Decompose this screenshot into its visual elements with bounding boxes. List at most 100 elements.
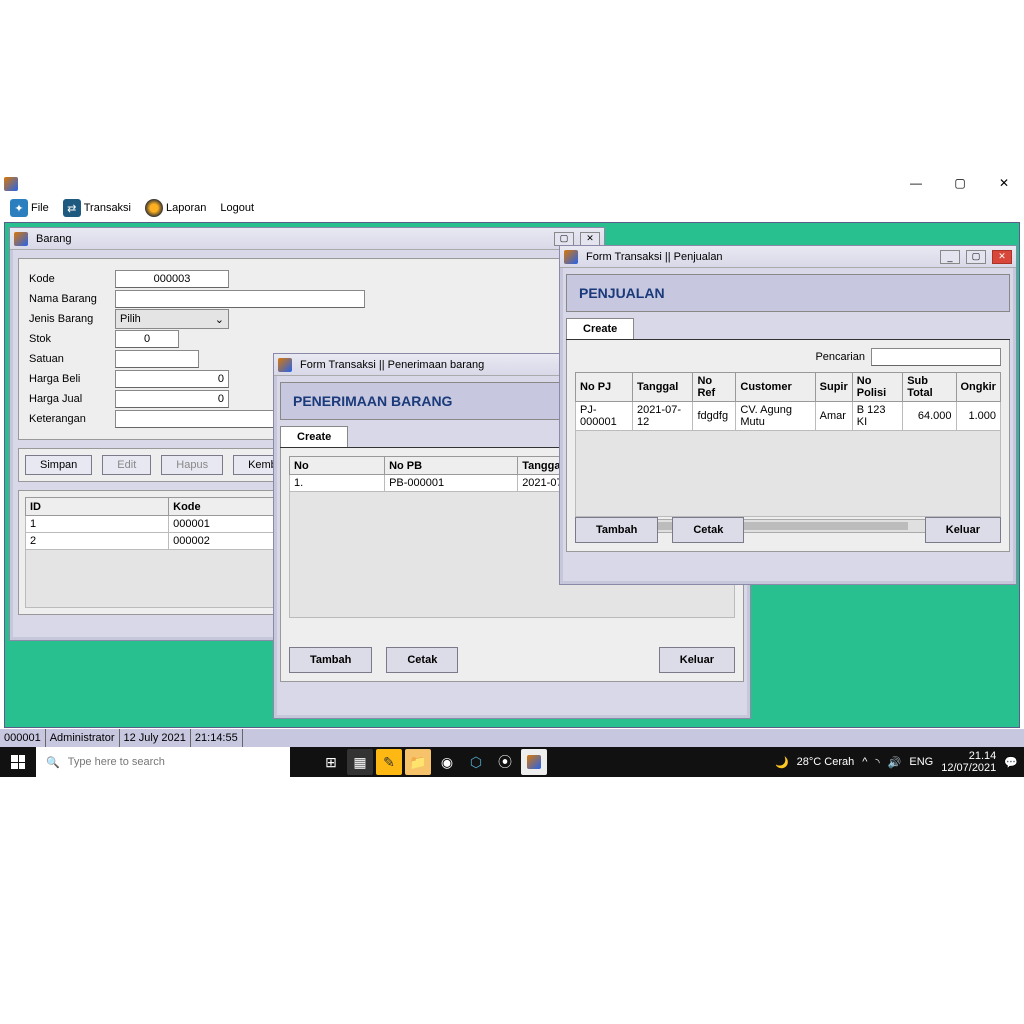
java-icon: [14, 232, 28, 246]
note-icon[interactable]: ✎: [376, 749, 402, 775]
menu-logout[interactable]: Logout: [216, 200, 258, 216]
label-kode: Kode: [29, 273, 115, 285]
mdi-desktop: Barang ▢ ✕ Kode Nama Barang Jenis Barang…: [4, 222, 1020, 728]
status-id: 000001: [0, 729, 46, 747]
volume-icon[interactable]: 🔊: [888, 756, 902, 769]
penjualan-header: PENJUALAN: [566, 274, 1010, 312]
penjualan-content: Pencarian No PJ Tanggal No Ref Customer …: [566, 340, 1010, 552]
col-customer[interactable]: Customer: [736, 373, 815, 402]
chrome-icon[interactable]: ◉: [434, 749, 460, 775]
explorer-icon[interactable]: 📁: [405, 749, 431, 775]
keluar-button[interactable]: Keluar: [925, 517, 1001, 543]
col-supir[interactable]: Supir: [815, 373, 852, 402]
input-nama-barang[interactable]: [115, 290, 365, 308]
col-no[interactable]: No: [290, 457, 385, 475]
barang-close-button[interactable]: ✕: [580, 232, 600, 246]
java-icon: [564, 250, 578, 264]
input-harga-beli[interactable]: [115, 370, 229, 388]
clock-time: 21.14: [941, 750, 996, 762]
cube-icon[interactable]: ⬡: [463, 749, 489, 775]
hapus-button[interactable]: Hapus: [161, 455, 223, 475]
penjualan-min-button[interactable]: _: [940, 250, 960, 264]
table-row[interactable]: PJ-0000012021-07-12 fdgdfgCV. Agung Mutu…: [576, 402, 1001, 431]
menu-laporan[interactable]: Laporan: [141, 197, 210, 219]
barang-title: Barang: [36, 233, 71, 245]
wifi-icon[interactable]: ◝: [875, 756, 879, 769]
start-button[interactable]: [0, 747, 36, 777]
input-harga-jual[interactable]: [115, 390, 229, 408]
lang-indicator[interactable]: ENG: [909, 756, 933, 768]
chevron-down-icon: ⌄: [215, 313, 224, 326]
input-kode[interactable]: [115, 270, 229, 288]
tambah-button[interactable]: Tambah: [289, 647, 372, 673]
col-ongkir[interactable]: Ongkir: [956, 373, 1001, 402]
menu-transaksi-label: Transaksi: [84, 202, 131, 214]
status-user: Administrator: [46, 729, 120, 747]
search-input[interactable]: [871, 348, 1001, 366]
taskbar: 🔍 Type here to search ⊞ ▦ ✎ 📁 ◉ ⬡ ⦿ 🌙 28…: [0, 747, 1024, 777]
penjualan-close-button[interactable]: ✕: [992, 250, 1012, 264]
window-close-button[interactable]: ✕: [990, 174, 1018, 192]
search-label: Pencarian: [815, 351, 865, 363]
window-maximize-button[interactable]: ▢: [946, 174, 974, 192]
app-titlebar: [0, 174, 1024, 194]
penjualan-max-button[interactable]: ▢: [966, 250, 986, 264]
select-jenis-value: Pilih: [120, 313, 141, 325]
chevron-up-icon[interactable]: ^: [862, 756, 867, 768]
col-nopolisi[interactable]: No Polisi: [852, 373, 902, 402]
penjualan-title: Form Transaksi || Penjualan: [586, 251, 723, 263]
weather-text[interactable]: 28°C Cerah: [797, 756, 855, 768]
clock-date: 12/07/2021: [941, 762, 996, 774]
keluar-button[interactable]: Keluar: [659, 647, 735, 673]
status-time: 21:14:55: [191, 729, 243, 747]
input-satuan[interactable]: [115, 350, 199, 368]
status-date: 12 July 2021: [120, 729, 191, 747]
label-stok: Stok: [29, 333, 115, 345]
simpan-button[interactable]: Simpan: [25, 455, 92, 475]
menu-file[interactable]: ✦ File: [6, 197, 53, 219]
col-id[interactable]: ID: [26, 498, 169, 516]
col-tanggal[interactable]: Tanggal: [632, 373, 693, 402]
col-nopb[interactable]: No PB: [385, 457, 518, 475]
penjualan-table[interactable]: No PJ Tanggal No Ref Customer Supir No P…: [575, 372, 1001, 431]
file-icon: ✦: [10, 199, 28, 217]
obs-icon[interactable]: ⦿: [492, 749, 518, 775]
menubar: ✦ File ⇄ Transaksi Laporan Logout: [0, 194, 1024, 222]
select-jenis-barang[interactable]: Pilih ⌄: [115, 309, 229, 329]
tambah-button[interactable]: Tambah: [575, 517, 658, 543]
taskbar-search[interactable]: 🔍 Type here to search: [36, 747, 290, 777]
task-icons: ⊞ ▦ ✎ 📁 ◉ ⬡ ⦿: [318, 749, 547, 775]
label-jenis: Jenis Barang: [29, 313, 115, 325]
label-harga-beli: Harga Beli: [29, 373, 115, 385]
cetak-button[interactable]: Cetak: [386, 647, 458, 673]
taskbar-clock[interactable]: 21.14 12/07/2021: [941, 750, 996, 774]
col-subtotal[interactable]: Sub Total: [903, 373, 956, 402]
search-placeholder: Type here to search: [68, 756, 165, 768]
transaksi-icon: ⇄: [63, 199, 81, 217]
moon-icon: 🌙: [775, 756, 789, 769]
menu-laporan-label: Laporan: [166, 202, 206, 214]
tab-create[interactable]: Create: [566, 318, 634, 339]
input-stok[interactable]: [115, 330, 179, 348]
tab-create[interactable]: Create: [280, 426, 348, 447]
barang-titlebar[interactable]: Barang ▢ ✕: [10, 228, 604, 250]
notifications-icon[interactable]: 💬: [1004, 756, 1018, 769]
windows-icon: [11, 755, 25, 769]
java-app-icon[interactable]: [521, 749, 547, 775]
label-nama: Nama Barang: [29, 293, 115, 305]
label-harga-jual: Harga Jual: [29, 393, 115, 405]
laporan-icon: [145, 199, 163, 217]
barang-max-button[interactable]: ▢: [554, 232, 574, 246]
edit-button[interactable]: Edit: [102, 455, 151, 475]
menu-transaksi[interactable]: ⇄ Transaksi: [59, 197, 135, 219]
menu-logout-label: Logout: [220, 202, 254, 214]
penjualan-titlebar[interactable]: Form Transaksi || Penjualan _ ▢ ✕: [560, 246, 1016, 268]
penjualan-table-empty: [575, 431, 1001, 517]
cetak-button[interactable]: Cetak: [672, 517, 744, 543]
col-noref[interactable]: No Ref: [693, 373, 736, 402]
window-minimize-button[interactable]: —: [902, 174, 930, 192]
taskview-icon[interactable]: ⊞: [318, 749, 344, 775]
col-nopj[interactable]: No PJ: [576, 373, 633, 402]
app-icon[interactable]: ▦: [347, 749, 373, 775]
menu-file-label: File: [31, 202, 49, 214]
